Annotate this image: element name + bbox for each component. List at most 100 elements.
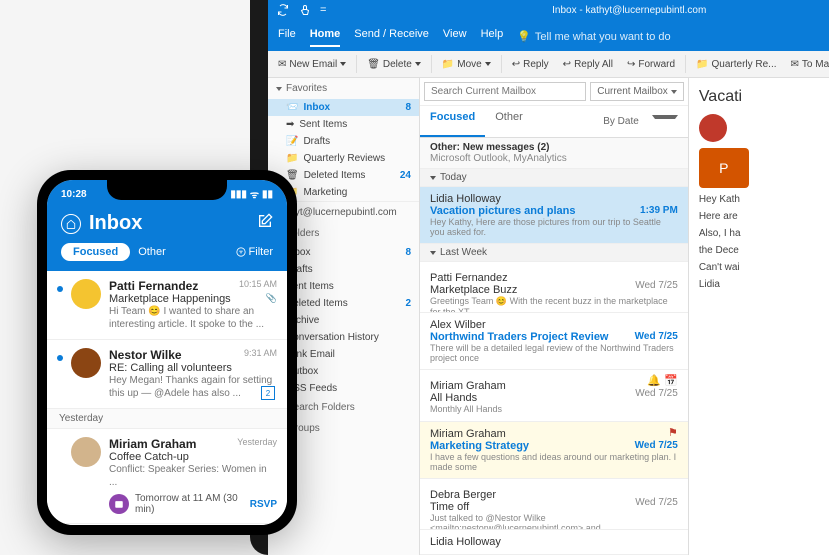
new-email-button[interactable]: ✉New Email	[274, 57, 350, 72]
message-row[interactable]: Patti Fernandez Marketplace Buzz Greetin…	[420, 262, 688, 313]
message-row[interactable]: Debra Berger Time off Just talked to @Ne…	[420, 479, 688, 530]
phone-mail-item[interactable]: Allan DeyoungYesterday	[47, 524, 287, 525]
reading-subject: Vacati	[699, 88, 829, 106]
phone-mail-item[interactable]: Patti Fernandez10:15 AM Marketplace Happ…	[47, 271, 287, 340]
menu-home[interactable]: Home	[310, 26, 341, 47]
msg-preview: Greetings Team 😊 With the recent buzz in…	[430, 296, 678, 313]
powerpoint-icon: P	[719, 160, 728, 176]
group-today[interactable]: Today	[420, 169, 688, 187]
reply-all-button[interactable]: ↩Reply All	[559, 57, 617, 72]
msg-preview: I have a few questions and ideas around …	[430, 452, 678, 472]
tab-other[interactable]: Other	[485, 106, 533, 137]
reply-button[interactable]: ↩Reply	[508, 57, 553, 72]
phone-tab-other[interactable]: Other	[138, 246, 166, 258]
phone-tab-focused[interactable]: Focused	[61, 243, 130, 261]
home-icon[interactable]	[61, 214, 81, 234]
mail-from: Miriam Graham	[109, 437, 196, 451]
quick-step-manager[interactable]: ✉To Manager	[787, 57, 829, 72]
search-row: Current Mailbox	[420, 78, 688, 106]
chevron-down-icon	[652, 115, 678, 129]
msg-time: Wed 7/25	[635, 388, 678, 399]
flag-icon: ⚑	[668, 426, 678, 439]
folder-icon: 📁	[696, 59, 708, 70]
message-row[interactable]: Lidia Holloway	[420, 530, 688, 555]
laptop-frame: = Inbox - kathyt@lucernepubintl.com File…	[250, 0, 829, 555]
attachment-icon: 📎	[266, 293, 277, 305]
menu-send-receive[interactable]: Send / Receive	[354, 26, 429, 47]
phone-message-list: Patti Fernandez10:15 AM Marketplace Happ…	[47, 271, 287, 525]
phone-status-icons: ▮▮▮ ᯤ ▮▮	[230, 187, 273, 201]
group-lastweek[interactable]: Last Week	[420, 244, 688, 262]
menu-view[interactable]: View	[443, 26, 467, 47]
phone-mail-item[interactable]: Nestor Wilke9:31 AM RE: Calling all volu…	[47, 340, 287, 409]
msg-from: Miriam Graham	[430, 428, 678, 440]
msg-from: Lidia Holloway	[430, 536, 678, 548]
menu-file[interactable]: File	[278, 26, 296, 47]
thread-count-badge: 2	[261, 386, 275, 400]
phone-time: 10:28	[61, 189, 87, 200]
chevron-down-icon	[671, 90, 677, 94]
reply-icon: ↩	[512, 59, 520, 70]
message-row[interactable]: Alex Wilber Northwind Traders Project Re…	[420, 313, 688, 370]
rsvp-button[interactable]: RSVP	[250, 499, 277, 510]
sidebar-deleted[interactable]: 🗑Deleted Items24	[268, 167, 419, 184]
msg-time: Wed 7/25	[635, 497, 678, 508]
sync-icon[interactable]	[276, 3, 290, 17]
filter-icon	[236, 247, 246, 257]
avatar	[71, 279, 101, 309]
attachment-thumbnail[interactable]: P	[699, 148, 749, 188]
battery-icon: ▮▮	[262, 189, 273, 200]
message-list-pane: Current Mailbox Focused Other By Date Ot…	[420, 78, 689, 555]
favorites-header[interactable]: Favorites	[268, 78, 419, 99]
sidebar-inbox[interactable]: 📨Inbox8	[268, 99, 419, 116]
sidebar-drafts[interactable]: 📝Drafts	[268, 133, 419, 150]
desktop-screen: = Inbox - kathyt@lucernepubintl.com File…	[268, 0, 829, 555]
message-row[interactable]: 🔔📅 Miriam Graham All Hands Monthly All H…	[420, 370, 688, 421]
search-input[interactable]	[424, 82, 586, 101]
forward-button[interactable]: ↪Forward	[623, 57, 679, 72]
chevron-down-icon	[485, 62, 491, 66]
phone-filter[interactable]: Filter	[236, 246, 273, 258]
tab-focused[interactable]: Focused	[420, 106, 485, 137]
mail-preview: Hi Team 😊 I wanted to share an interesti…	[109, 305, 277, 331]
app-body: Favorites 📨Inbox8 ➡Sent Items 📝Drafts 📁Q…	[268, 78, 829, 555]
mail-time: 10:15 AM	[239, 279, 277, 293]
calendar-icon	[109, 494, 129, 514]
msg-time: Wed 7/25	[635, 331, 678, 342]
message-row[interactable]: ⚑ Miriam Graham Marketing Strategy I hav…	[420, 422, 688, 479]
move-button[interactable]: 📁Move	[438, 57, 495, 72]
search-scope-dropdown[interactable]: Current Mailbox	[590, 82, 684, 101]
body-line: Lidia	[699, 279, 829, 290]
sidebar-sent[interactable]: ➡Sent Items	[268, 116, 419, 133]
chevron-down-icon	[430, 176, 436, 180]
tell-me-search[interactable]: 💡Tell me what you want to do	[517, 26, 670, 47]
phone-mail-item[interactable]: Miriam GrahamYesterday Coffee Catch-up C…	[47, 429, 287, 524]
reminder-icon: 🔔	[647, 374, 661, 387]
wifi-icon: ᯤ	[250, 187, 259, 201]
quick-step-quarterly[interactable]: 📁Quarterly Re...	[692, 57, 780, 72]
other-new-messages[interactable]: Other: New messages (2) Microsoft Outloo…	[420, 138, 688, 169]
body-line: Here are	[699, 211, 829, 222]
sidebar-quarterly[interactable]: 📁Quarterly Reviews	[268, 150, 419, 167]
mail-from: Patti Fernandez	[109, 279, 198, 293]
trash-icon: 🗑	[367, 59, 380, 70]
window-title: Inbox - kathyt@lucernepubintl.com	[334, 5, 829, 16]
mail-time: Yesterday	[237, 437, 277, 451]
touch-icon[interactable]	[298, 3, 312, 17]
msg-from: Lidia Holloway	[430, 193, 678, 205]
menu-help[interactable]: Help	[481, 26, 504, 47]
chevron-down-icon	[340, 62, 346, 66]
body-line: Can't wai	[699, 262, 829, 273]
compose-icon[interactable]	[257, 213, 273, 234]
window-titlebar: = Inbox - kathyt@lucernepubintl.com	[268, 0, 829, 22]
mail-preview: Hey Megan! Thanks again for setting this…	[109, 374, 277, 400]
trash-icon: 🗑	[286, 170, 299, 181]
unread-dot-icon	[57, 286, 63, 292]
msg-time: Wed 7/25	[635, 280, 678, 291]
delete-button[interactable]: 🗑Delete	[363, 57, 425, 72]
message-row[interactable]: Lidia Holloway Vacation pictures and pla…	[420, 187, 688, 244]
sort-dropdown[interactable]: By Date	[583, 106, 688, 137]
signal-icon: ▮▮▮	[230, 189, 247, 200]
avatar	[699, 114, 727, 142]
mail-from: Nestor Wilke	[109, 348, 182, 362]
